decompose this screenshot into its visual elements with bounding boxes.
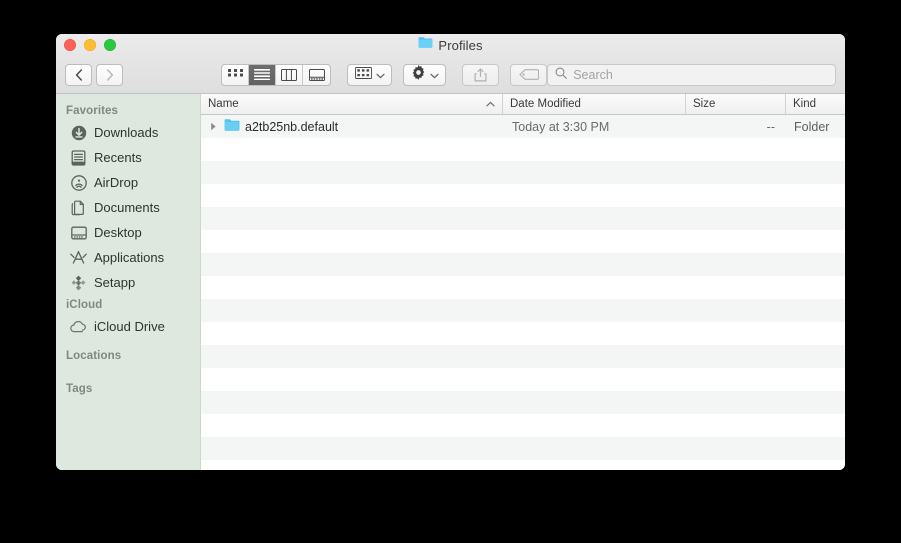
empty-row bbox=[201, 230, 845, 253]
finder-window: Profiles Search Favorites Downloads Rece… bbox=[56, 34, 845, 470]
folder-icon bbox=[418, 36, 433, 54]
empty-row bbox=[201, 276, 845, 299]
navigation-buttons bbox=[65, 63, 123, 86]
sidebar-item-airdrop[interactable]: AirDrop bbox=[56, 170, 200, 195]
empty-row bbox=[201, 184, 845, 207]
cloud-icon bbox=[70, 318, 87, 335]
sidebar-item-label: Recents bbox=[94, 150, 142, 165]
column-header-date-modified[interactable]: Date Modified bbox=[503, 94, 686, 114]
sidebar: Favorites Downloads Recents AirDrop Docu… bbox=[56, 94, 201, 470]
traffic-lights bbox=[64, 39, 116, 51]
sidebar-item-documents[interactable]: Documents bbox=[56, 195, 200, 220]
group-grid-icon bbox=[354, 66, 372, 84]
window-body: Favorites Downloads Recents AirDrop Docu… bbox=[56, 94, 845, 470]
sidebar-item-label: Applications bbox=[94, 250, 165, 265]
gallery-view-button[interactable] bbox=[303, 65, 330, 85]
search-input[interactable] bbox=[573, 67, 829, 82]
applications-icon bbox=[70, 249, 87, 266]
sidebar-item-label: iCloud Drive bbox=[94, 319, 165, 334]
zoom-button[interactable] bbox=[104, 39, 116, 51]
empty-row bbox=[201, 368, 845, 391]
column-header-kind[interactable]: Kind bbox=[786, 94, 845, 114]
table-row[interactable]: a2tb25nb.default Today at 3:30 PM -- Fol… bbox=[201, 115, 845, 138]
sidebar-section-tags: Tags bbox=[66, 383, 93, 395]
column-header-size[interactable]: Size bbox=[686, 94, 786, 114]
desktop-icon bbox=[70, 224, 87, 241]
file-name: a2tb25nb.default bbox=[245, 119, 339, 134]
chevron-down-icon bbox=[430, 66, 440, 84]
empty-row bbox=[201, 253, 845, 276]
empty-row bbox=[201, 161, 845, 184]
sidebar-item-label: Documents bbox=[94, 200, 160, 215]
empty-row bbox=[201, 437, 845, 460]
view-mode-segmented-control bbox=[221, 63, 332, 86]
empty-row bbox=[201, 345, 845, 368]
chevron-down-icon bbox=[376, 66, 385, 84]
column-header-name[interactable]: Name bbox=[201, 94, 503, 114]
column-headers: Name Date Modified Size Kind bbox=[201, 94, 845, 115]
search-field[interactable] bbox=[547, 63, 837, 86]
action-menu-button[interactable] bbox=[403, 63, 447, 86]
empty-row bbox=[201, 414, 845, 437]
sidebar-item-label: Downloads bbox=[94, 125, 159, 140]
sidebar-section-locations: Locations bbox=[66, 350, 122, 362]
empty-row bbox=[201, 322, 845, 345]
empty-row bbox=[201, 391, 845, 414]
disclosure-triangle-icon[interactable] bbox=[208, 122, 219, 131]
window-title-group: Profiles bbox=[56, 34, 845, 56]
file-list: Name Date Modified Size Kind a2tb25nb.de… bbox=[201, 94, 845, 470]
cell-name: a2tb25nb.default bbox=[201, 118, 503, 135]
page-title: Profiles bbox=[438, 37, 483, 53]
back-button[interactable] bbox=[65, 63, 92, 86]
gear-icon bbox=[411, 64, 426, 85]
sidebar-item-label: Desktop bbox=[94, 225, 142, 240]
column-view-button[interactable] bbox=[276, 64, 304, 85]
forward-button[interactable] bbox=[96, 63, 123, 86]
setapp-icon bbox=[70, 274, 87, 291]
sidebar-item-setapp[interactable]: Setapp bbox=[56, 270, 200, 295]
download-circle-icon bbox=[70, 124, 87, 141]
icon-view-button[interactable] bbox=[222, 64, 250, 85]
sidebar-item-icloud-drive[interactable]: iCloud Drive bbox=[56, 314, 200, 339]
empty-row bbox=[201, 299, 845, 322]
close-button[interactable] bbox=[64, 39, 76, 51]
toolbar bbox=[56, 56, 845, 94]
tags-button[interactable] bbox=[510, 63, 548, 86]
search-icon bbox=[555, 66, 568, 84]
sidebar-item-recents[interactable]: Recents bbox=[56, 145, 200, 170]
cell-size: -- bbox=[766, 119, 775, 134]
sort-ascending-icon bbox=[486, 98, 495, 110]
arrange-by-button[interactable] bbox=[346, 63, 392, 86]
window-titlebar: Profiles bbox=[56, 34, 845, 56]
sidebar-item-label: AirDrop bbox=[94, 175, 139, 190]
clock-document-icon bbox=[70, 149, 87, 166]
sidebar-item-applications[interactable]: Applications bbox=[56, 245, 200, 270]
empty-row bbox=[201, 138, 845, 161]
sidebar-section-icloud: iCloud bbox=[66, 299, 103, 311]
sidebar-item-downloads[interactable]: Downloads bbox=[56, 120, 200, 145]
sidebar-item-label: Setapp bbox=[94, 275, 136, 290]
cell-date-modified: Today at 3:30 PM bbox=[512, 119, 610, 134]
minimize-button[interactable] bbox=[84, 39, 96, 51]
airdrop-icon bbox=[70, 174, 87, 191]
share-button[interactable] bbox=[461, 63, 499, 86]
documents-icon bbox=[70, 199, 87, 216]
sidebar-item-desktop[interactable]: Desktop bbox=[56, 220, 200, 245]
empty-row bbox=[201, 207, 845, 230]
file-rows: a2tb25nb.default Today at 3:30 PM -- Fol… bbox=[201, 115, 845, 470]
cell-kind: Folder bbox=[794, 119, 830, 134]
sidebar-section-favorites: Favorites bbox=[66, 105, 119, 117]
folder-icon bbox=[224, 118, 240, 135]
list-view-button[interactable] bbox=[249, 64, 277, 85]
